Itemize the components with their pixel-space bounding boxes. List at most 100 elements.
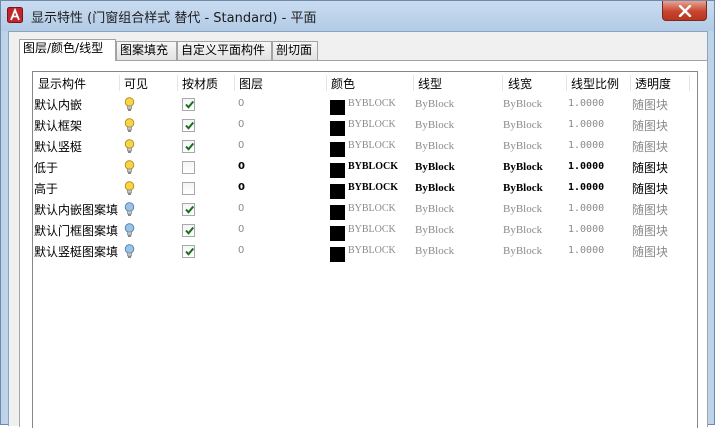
by-material-checkbox[interactable] bbox=[182, 224, 195, 237]
color-value[interactable]: BYBLOCK bbox=[348, 98, 396, 109]
by-material-checkbox[interactable] bbox=[182, 182, 195, 195]
linetype-value[interactable]: ByBlock bbox=[415, 161, 455, 173]
linetype-value[interactable]: ByBlock bbox=[415, 224, 454, 236]
lineweight-value[interactable]: ByBlock bbox=[503, 119, 542, 131]
lineweight-value[interactable]: ByBlock bbox=[503, 98, 542, 110]
transparency-value[interactable]: 随图块 bbox=[632, 243, 668, 260]
layer-value[interactable]: 0 bbox=[238, 245, 244, 256]
transparency-value[interactable]: 随图块 bbox=[632, 159, 668, 176]
column-divider bbox=[234, 75, 235, 91]
color-swatch[interactable] bbox=[330, 121, 345, 136]
linetype-scale-value[interactable]: 1.0000 bbox=[568, 182, 604, 193]
column-divider bbox=[326, 75, 327, 91]
by-material-checkbox[interactable] bbox=[182, 140, 195, 153]
lightbulb-on-icon[interactable] bbox=[124, 160, 135, 178]
color-value[interactable]: BYBLOCK bbox=[348, 245, 396, 256]
linetype-scale-value[interactable]: 1.0000 bbox=[568, 161, 604, 172]
linetype-scale-value[interactable]: 1.0000 bbox=[568, 98, 604, 109]
tab-custom-plan-components[interactable]: 自定义平面构件 bbox=[177, 41, 272, 60]
color-swatch[interactable] bbox=[330, 142, 345, 157]
table-row[interactable]: 低于 0 BYBLOCK ByBlock ByBlock 1.0000 随图块 bbox=[33, 157, 697, 178]
lightbulb-on-icon[interactable] bbox=[124, 181, 135, 199]
transparency-value[interactable]: 随图块 bbox=[632, 96, 668, 113]
transparency-value[interactable]: 随图块 bbox=[632, 138, 668, 155]
table-row[interactable]: 默认内嵌图案填 0 BYBLOCK ByBlock ByBlock 1.0000 随图块 bbox=[33, 199, 697, 220]
linetype-value[interactable]: ByBlock bbox=[415, 140, 454, 152]
linetype-scale-value[interactable]: 1.0000 bbox=[568, 245, 604, 256]
by-material-checkbox[interactable] bbox=[182, 161, 195, 174]
col-header-linetype[interactable]: 线型 bbox=[418, 75, 442, 92]
linetype-value[interactable]: ByBlock bbox=[415, 98, 454, 110]
lightbulb-off-icon[interactable] bbox=[124, 202, 135, 220]
lineweight-value[interactable]: ByBlock bbox=[503, 245, 542, 257]
lineweight-value[interactable]: ByBlock bbox=[503, 224, 542, 236]
linetype-value[interactable]: ByBlock bbox=[415, 182, 455, 194]
tab-section-plane[interactable]: 剖切面 bbox=[272, 41, 318, 60]
col-header-by-material[interactable]: 按材质 bbox=[182, 75, 218, 92]
table-row[interactable]: 高于 0 BYBLOCK ByBlock ByBlock 1.0000 随图块 bbox=[33, 178, 697, 199]
linetype-value[interactable]: ByBlock bbox=[415, 119, 454, 131]
layer-value[interactable]: 0 bbox=[238, 98, 244, 109]
by-material-checkbox[interactable] bbox=[182, 98, 195, 111]
col-header-lineweight[interactable]: 线宽 bbox=[508, 75, 532, 92]
transparency-value[interactable]: 随图块 bbox=[632, 180, 668, 197]
layer-value[interactable]: 0 bbox=[238, 161, 245, 172]
linetype-scale-value[interactable]: 1.0000 bbox=[568, 140, 604, 151]
table-row[interactable]: 默认框架 0 BYBLOCK ByBlock ByBlock 1.0000 随图块 bbox=[33, 115, 697, 136]
column-divider bbox=[502, 75, 503, 91]
transparency-value[interactable]: 随图块 bbox=[632, 201, 668, 218]
col-header-color[interactable]: 颜色 bbox=[331, 75, 355, 92]
title-bar[interactable]: 显示特性 (门窗组合样式 替代 - Standard) - 平面 bbox=[1, 1, 714, 31]
lineweight-value[interactable]: ByBlock bbox=[503, 203, 542, 215]
transparency-value[interactable]: 随图块 bbox=[632, 117, 668, 134]
linetype-value[interactable]: ByBlock bbox=[415, 203, 454, 215]
lightbulb-on-icon[interactable] bbox=[124, 118, 135, 136]
col-header-linetype-scale[interactable]: 线型比例 bbox=[571, 75, 619, 92]
table-row[interactable]: 默认竖梃图案填 0 BYBLOCK ByBlock ByBlock 1.0000 随图块 bbox=[33, 241, 697, 262]
lightbulb-on-icon[interactable] bbox=[124, 97, 135, 115]
lightbulb-off-icon[interactable] bbox=[124, 244, 135, 262]
col-header-transparency[interactable]: 透明度 bbox=[635, 75, 671, 92]
color-value[interactable]: BYBLOCK bbox=[348, 182, 398, 193]
col-header-visible[interactable]: 可见 bbox=[124, 75, 148, 92]
close-button[interactable] bbox=[662, 1, 707, 21]
color-swatch[interactable] bbox=[330, 205, 345, 220]
color-value[interactable]: BYBLOCK bbox=[348, 161, 398, 172]
lightbulb-off-icon[interactable] bbox=[124, 223, 135, 241]
lineweight-value[interactable]: ByBlock bbox=[503, 182, 543, 194]
color-swatch[interactable] bbox=[330, 184, 345, 199]
table-row[interactable]: 默认竖梃 0 BYBLOCK ByBlock ByBlock 1.0000 随图块 bbox=[33, 136, 697, 157]
color-value[interactable]: BYBLOCK bbox=[348, 224, 396, 235]
color-value[interactable]: BYBLOCK bbox=[348, 203, 396, 214]
column-divider bbox=[689, 75, 690, 91]
table-row[interactable]: 默认门框图案填 0 BYBLOCK ByBlock ByBlock 1.0000 随图块 bbox=[33, 220, 697, 241]
linetype-scale-value[interactable]: 1.0000 bbox=[568, 224, 604, 235]
layer-value[interactable]: 0 bbox=[238, 203, 244, 214]
lineweight-value[interactable]: ByBlock bbox=[503, 140, 542, 152]
color-value[interactable]: BYBLOCK bbox=[348, 119, 396, 130]
table-row[interactable]: 默认内嵌 0 BYBLOCK ByBlock ByBlock 1.0000 随图块 bbox=[33, 94, 697, 115]
tab-label: 图层/颜色/线型 bbox=[23, 41, 104, 55]
color-swatch[interactable] bbox=[330, 247, 345, 262]
by-material-checkbox[interactable] bbox=[182, 245, 195, 258]
layer-value[interactable]: 0 bbox=[238, 224, 244, 235]
linetype-scale-value[interactable]: 1.0000 bbox=[568, 203, 604, 214]
color-swatch[interactable] bbox=[330, 100, 345, 115]
lightbulb-on-icon[interactable] bbox=[124, 139, 135, 157]
linetype-value[interactable]: ByBlock bbox=[415, 245, 454, 257]
transparency-value[interactable]: 随图块 bbox=[632, 222, 668, 239]
color-value[interactable]: BYBLOCK bbox=[348, 140, 396, 151]
layer-value[interactable]: 0 bbox=[238, 119, 244, 130]
linetype-scale-value[interactable]: 1.0000 bbox=[568, 119, 604, 130]
by-material-checkbox[interactable] bbox=[182, 119, 195, 132]
color-swatch[interactable] bbox=[330, 226, 345, 241]
col-header-layer[interactable]: 图层 bbox=[239, 75, 263, 92]
lineweight-value[interactable]: ByBlock bbox=[503, 161, 543, 173]
color-swatch[interactable] bbox=[330, 163, 345, 178]
tab-hatch[interactable]: 图案填充 bbox=[116, 41, 177, 60]
col-header-component[interactable]: 显示构件 bbox=[38, 75, 86, 92]
by-material-checkbox[interactable] bbox=[182, 203, 195, 216]
tab-layer-color-linetype[interactable]: 图层/颜色/线型 bbox=[19, 39, 116, 61]
layer-value[interactable]: 0 bbox=[238, 140, 244, 151]
layer-value[interactable]: 0 bbox=[238, 182, 245, 193]
